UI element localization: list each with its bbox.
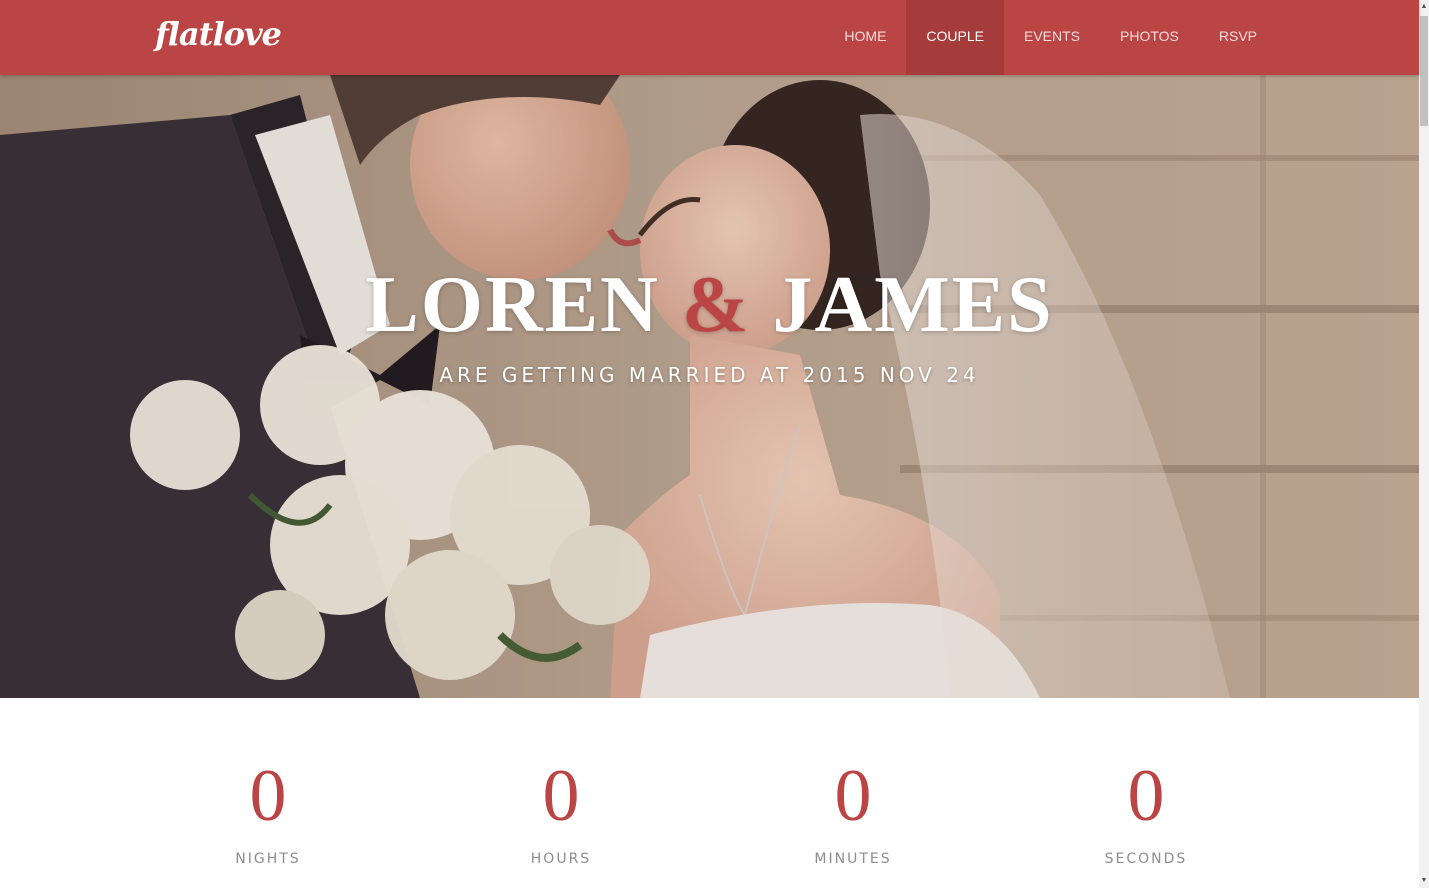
name-right: JAMES: [772, 261, 1054, 349]
countdown-nights: 0 NIGHTS: [168, 746, 368, 872]
main-nav: HOME COUPLE EVENTS PHOTOS RSVP: [824, 0, 1277, 75]
ampersand: &: [681, 261, 751, 349]
couple-names: LOREN & JAMES: [0, 255, 1419, 355]
top-navbar: flatlove HOME COUPLE EVENTS PHOTOS RSVP: [0, 0, 1419, 75]
countdown-hours: 0 HOURS: [461, 746, 661, 872]
countdown-label: HOURS: [530, 851, 592, 867]
site-logo[interactable]: flatlove: [155, 10, 282, 58]
nav-rsvp[interactable]: RSVP: [1199, 0, 1277, 75]
nav-home[interactable]: HOME: [824, 0, 906, 75]
nav-events[interactable]: EVENTS: [1004, 0, 1100, 75]
wedding-date-subtitle: ARE GETTING MARRIED AT 2015 NOV 24: [439, 363, 980, 387]
countdown-seconds: 0 SECONDS: [1046, 746, 1246, 872]
nav-couple[interactable]: COUPLE: [906, 0, 1004, 75]
scroll-down-icon[interactable]: ▼: [1419, 874, 1429, 888]
countdown-section: 0 NIGHTS 0 HOURS 0 MINUTES 0 SECONDS: [0, 698, 1419, 888]
nav-photos[interactable]: PHOTOS: [1100, 0, 1199, 75]
countdown-minutes: 0 MINUTES: [753, 746, 953, 872]
countdown-label: MINUTES: [814, 851, 892, 867]
countdown-value: 0: [249, 755, 287, 837]
page-scrollbar[interactable]: ▲ ▼: [1419, 0, 1429, 888]
scrollbar-thumb[interactable]: [1420, 16, 1428, 126]
name-left: LOREN: [365, 261, 660, 349]
hero-section: LOREN & JAMES ARE GETTING MARRIED AT 201…: [0, 75, 1419, 698]
countdown-value: 0: [1127, 755, 1165, 837]
countdown-value: 0: [542, 755, 580, 837]
countdown-label: SECONDS: [1104, 851, 1188, 867]
scroll-up-icon[interactable]: ▲: [1419, 0, 1429, 14]
countdown-value: 0: [834, 755, 872, 837]
countdown-label: NIGHTS: [235, 851, 301, 867]
